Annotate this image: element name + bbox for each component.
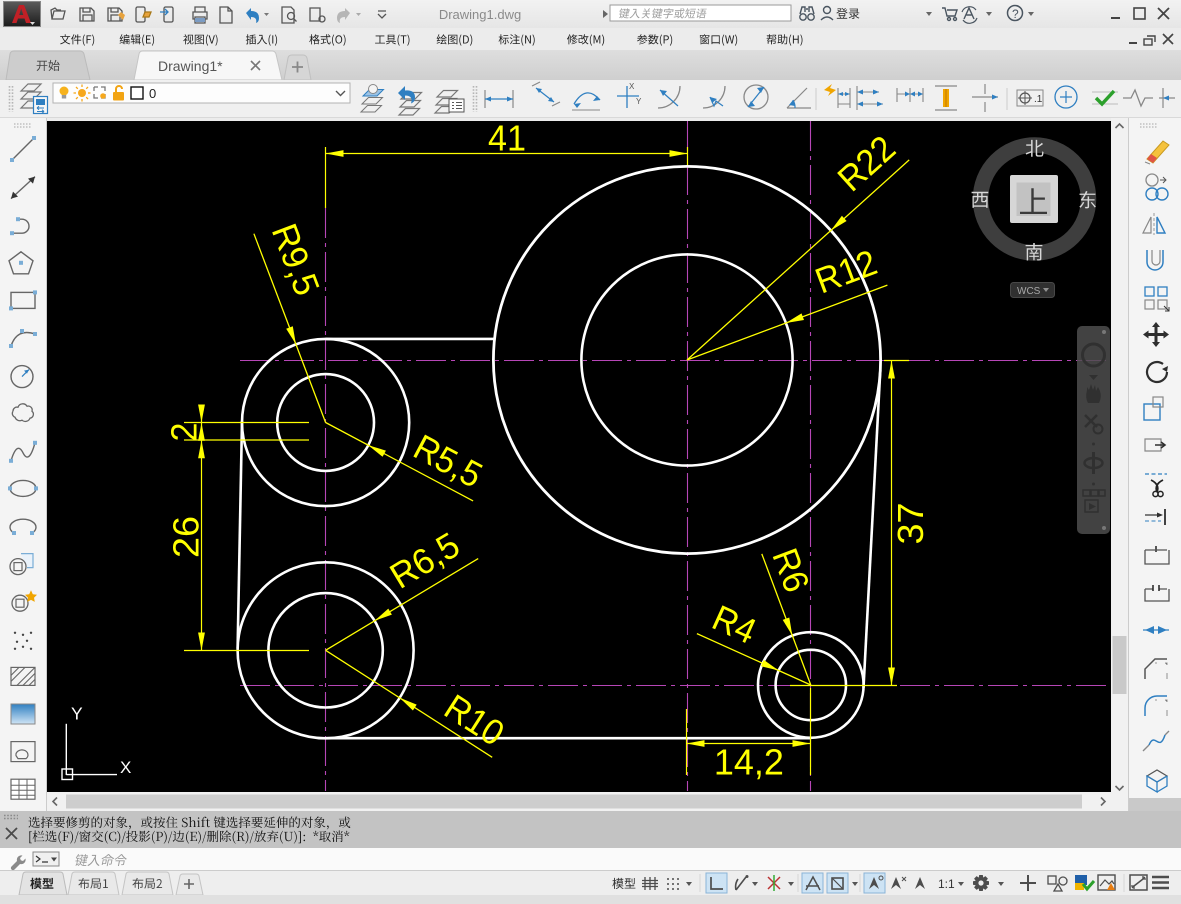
svg-text:R6,5: R6,5 xyxy=(383,524,467,597)
svg-text:1:1: 1:1 xyxy=(938,877,955,891)
svg-text:.1: .1 xyxy=(1034,94,1043,105)
svg-text:R4: R4 xyxy=(707,597,763,652)
svg-text:14,2: 14,2 xyxy=(714,742,784,783)
svg-text:R6: R6 xyxy=(764,543,817,598)
svg-text:R12: R12 xyxy=(810,241,882,301)
svg-text:37: 37 xyxy=(890,503,931,545)
svg-text:WCS: WCS xyxy=(1017,286,1041,297)
svg-text:R9,5: R9,5 xyxy=(264,218,328,301)
svg-text:2: 2 xyxy=(164,423,205,442)
svg-text:Drawing1*: Drawing1* xyxy=(158,58,223,74)
svg-text:R10: R10 xyxy=(437,686,511,754)
svg-text:0: 0 xyxy=(149,86,156,101)
svg-text:Y: Y xyxy=(71,704,83,724)
svg-text:41: 41 xyxy=(488,121,526,159)
svg-text:R5,5: R5,5 xyxy=(407,426,489,496)
svg-text:R22: R22 xyxy=(830,127,904,199)
svg-text:26: 26 xyxy=(166,516,207,558)
svg-text:X: X xyxy=(120,758,131,777)
svg-text:Y: Y xyxy=(636,97,642,106)
svg-text:X: X xyxy=(629,82,635,91)
svg-text:?: ? xyxy=(1012,7,1019,21)
